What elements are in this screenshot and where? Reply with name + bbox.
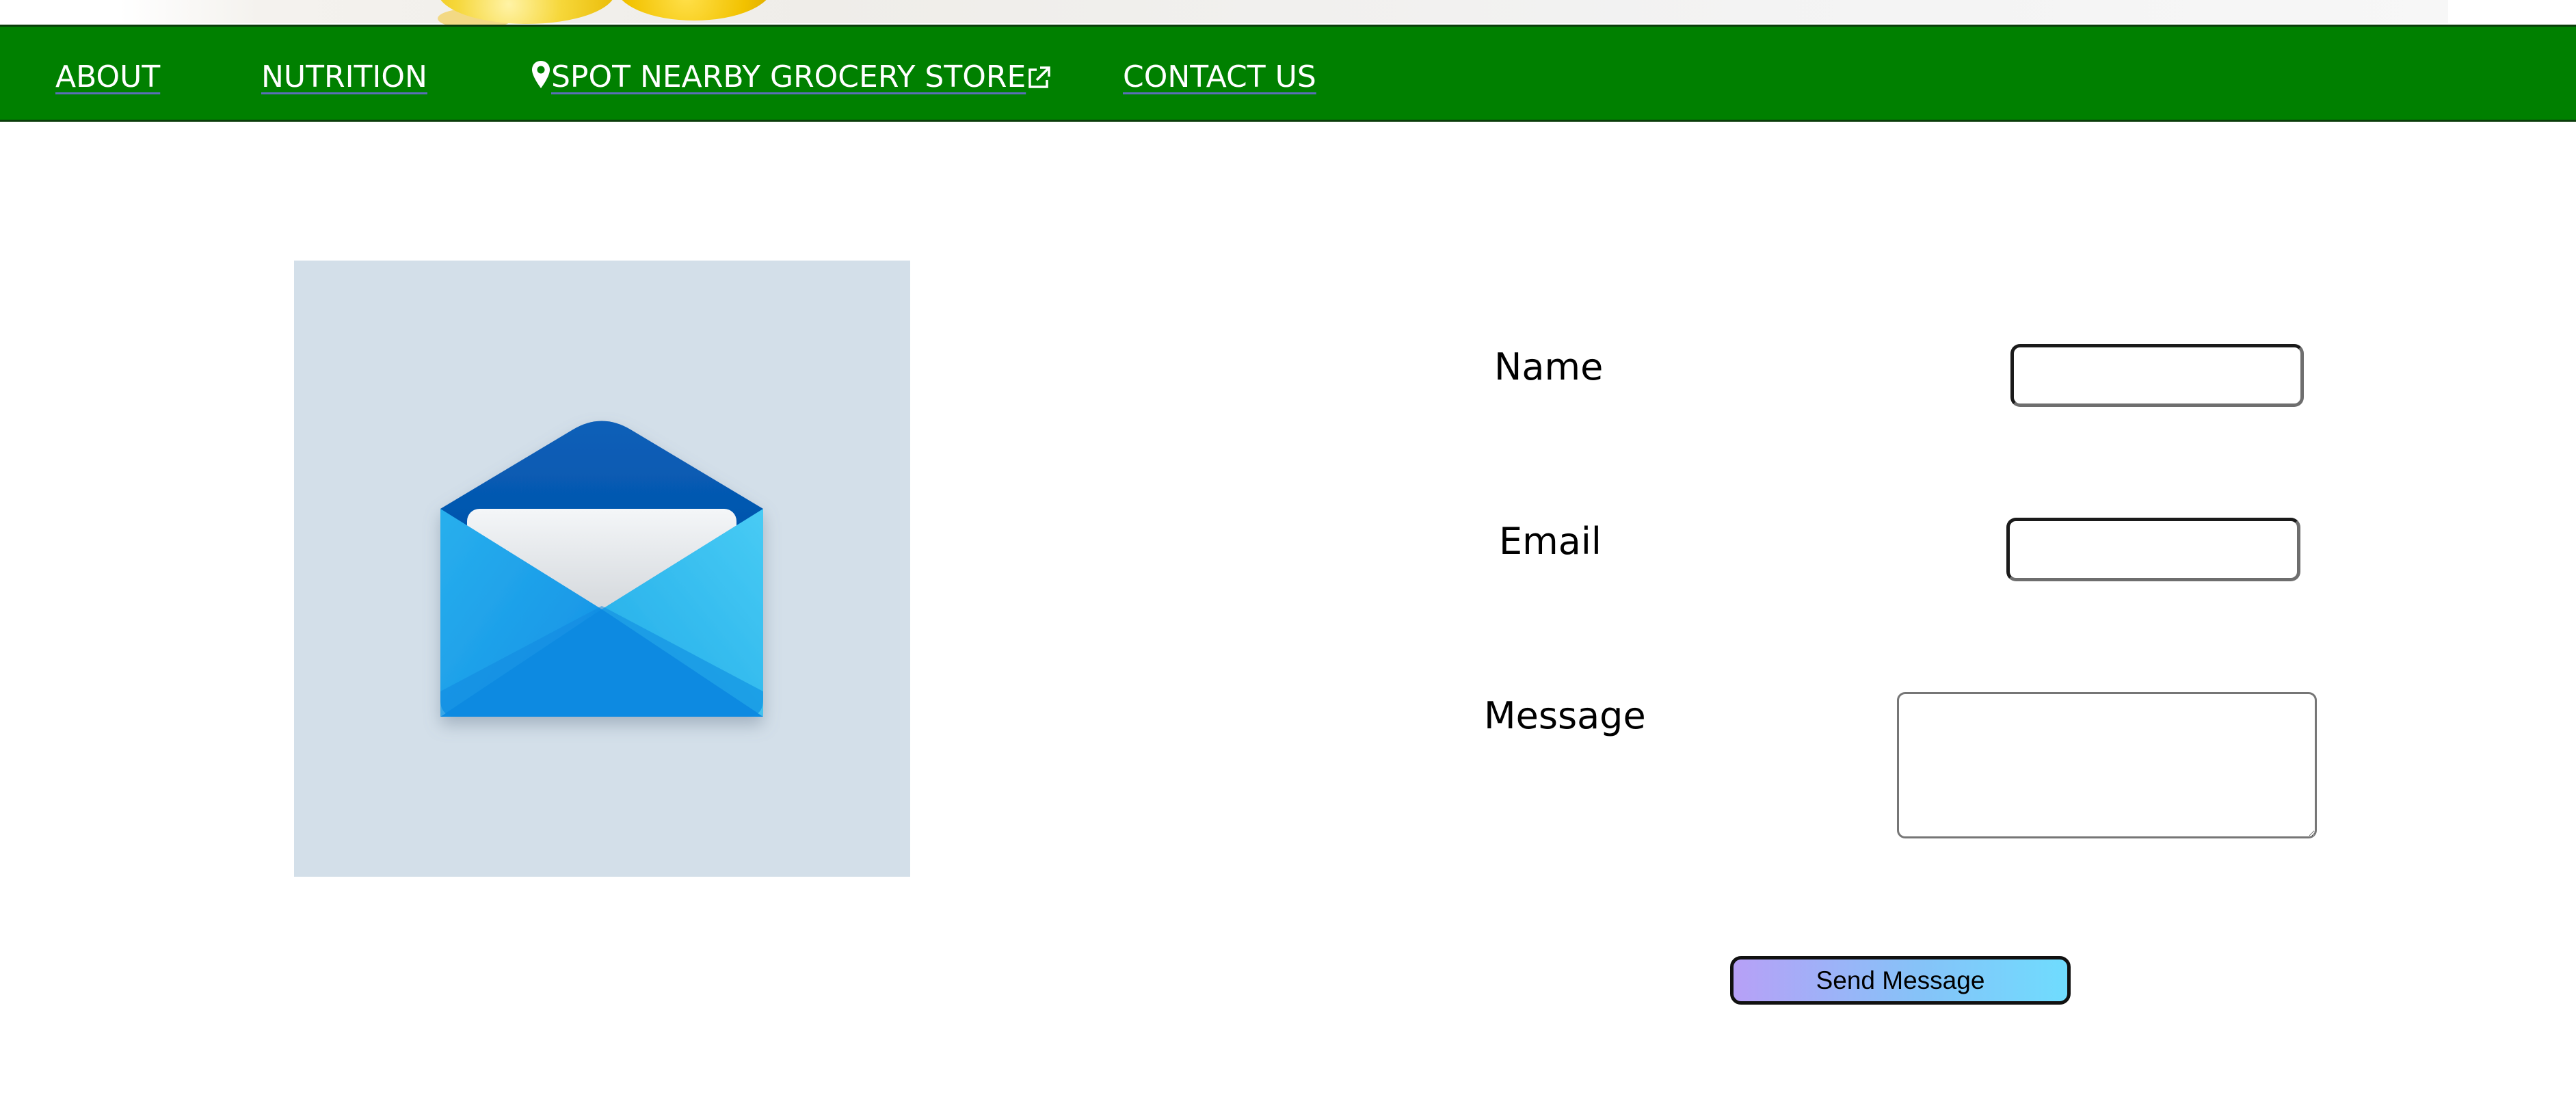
name-label: Name bbox=[1494, 345, 1604, 388]
mail-illustration bbox=[294, 261, 910, 877]
email-field[interactable] bbox=[2006, 518, 2300, 581]
external-link-icon bbox=[1026, 59, 1052, 94]
map-pin-icon bbox=[531, 59, 551, 94]
name-field[interactable] bbox=[2010, 344, 2304, 407]
message-textarea[interactable] bbox=[1897, 692, 2317, 838]
nav-link-about[interactable]: ABOUT bbox=[55, 57, 160, 98]
send-message-button[interactable]: Send Message bbox=[1730, 956, 2071, 1005]
email-label: Email bbox=[1499, 520, 1602, 563]
nav-link-contact-us[interactable]: CONTACT US bbox=[1123, 57, 1316, 98]
open-envelope-icon bbox=[440, 421, 763, 717]
nav-link-grocery-store[interactable]: SPOT NEARBY GROCERY STORE bbox=[531, 57, 1052, 98]
main-navigation: ABOUT NUTRITION SPOT NEARBY GROCERY STOR… bbox=[0, 25, 2576, 122]
header-banner-image bbox=[0, 0, 2576, 25]
nav-link-contact-us-label: CONTACT US bbox=[1123, 59, 1316, 94]
nav-link-grocery-store-label: SPOT NEARBY GROCERY STORE bbox=[551, 59, 1026, 94]
nav-link-nutrition[interactable]: NUTRITION bbox=[261, 57, 427, 98]
message-label: Message bbox=[1484, 694, 1646, 737]
nav-link-nutrition-label: NUTRITION bbox=[261, 59, 427, 94]
contact-page: ABOUT NUTRITION SPOT NEARBY GROCERY STOR… bbox=[0, 0, 2576, 1099]
nav-link-about-label: ABOUT bbox=[55, 59, 161, 94]
